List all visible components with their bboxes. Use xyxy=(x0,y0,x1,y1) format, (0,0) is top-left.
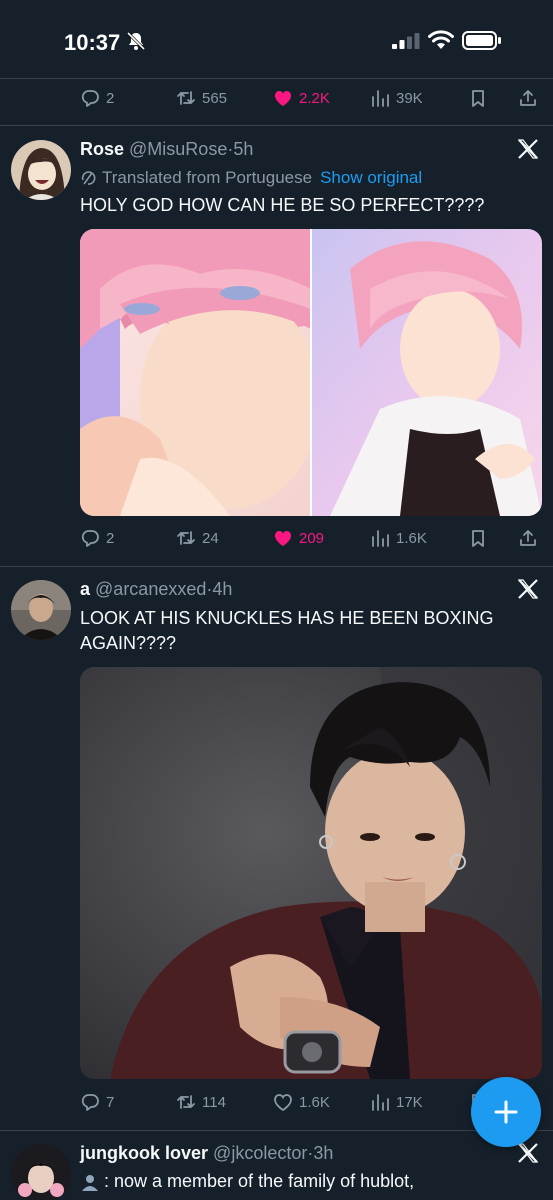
tweet-header: a @arcanexxed·4h xyxy=(80,579,232,600)
views-icon xyxy=(372,1094,389,1111)
reply-count: 2 xyxy=(106,89,115,107)
reply-icon xyxy=(81,90,99,107)
user-handle[interactable]: @arcanexxed xyxy=(95,579,206,599)
tweet-text-row: : now a member of the family of hublot, xyxy=(80,1169,530,1194)
bookmark-icon xyxy=(472,530,484,547)
show-original-link[interactable]: Show original xyxy=(320,168,422,188)
compose-plus-icon xyxy=(494,1100,518,1124)
retweet-count: 565 xyxy=(202,89,228,107)
retweet-button[interactable]: 114 xyxy=(176,1090,226,1114)
divider xyxy=(0,125,553,126)
timestamp: 4h xyxy=(212,579,233,599)
display-name[interactable]: Rose xyxy=(80,139,124,159)
divider xyxy=(0,1130,553,1131)
tweet-media[interactable] xyxy=(80,229,542,516)
like-button[interactable]: 2.2K xyxy=(273,86,330,110)
reply-icon xyxy=(81,1094,99,1111)
reply-button[interactable]: 2 xyxy=(80,86,114,110)
tweet-text: HOLY GOD HOW CAN HE BE SO PERFECT???? xyxy=(80,195,485,215)
translation-note: Translated from Portuguese Show original xyxy=(80,168,422,188)
views-count: 17K xyxy=(396,1093,423,1111)
like-count: 1.6K xyxy=(299,1093,330,1111)
heart-icon xyxy=(275,91,291,106)
views-count: 39K xyxy=(396,89,423,107)
retweet-icon xyxy=(177,1095,195,1109)
like-count: 2.2K xyxy=(299,89,330,107)
avatar[interactable] xyxy=(11,580,71,640)
heart-icon xyxy=(274,1094,292,1112)
anime-illustration xyxy=(80,229,542,516)
like-button[interactable]: 1.6K xyxy=(273,1090,330,1114)
retweet-icon xyxy=(177,531,195,545)
tweet-header: Rose @MisuRose·5h xyxy=(80,139,253,160)
reply-count: 2 xyxy=(106,529,115,547)
share-icon xyxy=(520,530,536,546)
timestamp: 3h xyxy=(313,1143,334,1163)
battery-icon xyxy=(462,31,501,50)
compose-button[interactable] xyxy=(471,1077,541,1147)
display-name[interactable]: a xyxy=(80,579,90,599)
user-handle[interactable]: @jkcolector xyxy=(213,1143,307,1163)
heart-icon xyxy=(275,531,291,546)
signal-icon xyxy=(392,33,420,49)
tweet-text: : now a member of the family of hublot, xyxy=(104,1171,415,1191)
views-icon xyxy=(372,530,389,547)
retweet-count: 114 xyxy=(202,1093,226,1111)
user-handle[interactable]: @MisuRose xyxy=(129,139,227,159)
bust-in-silhouette-icon xyxy=(82,1174,98,1191)
retweet-button[interactable]: 24 xyxy=(176,526,219,550)
bookmark-icon xyxy=(472,90,484,107)
views-button[interactable]: 1.6K xyxy=(370,526,427,550)
like-button[interactable]: 209 xyxy=(273,526,324,550)
like-count: 209 xyxy=(299,529,325,547)
share-button[interactable] xyxy=(518,86,538,110)
views-button[interactable]: 17K xyxy=(370,1090,423,1114)
translated-label: Translated from Portuguese xyxy=(102,168,313,187)
tweet-actions: 2 24 209 1.6K xyxy=(80,526,540,550)
share-button[interactable] xyxy=(518,526,538,550)
retweet-icon xyxy=(177,91,195,105)
wifi-icon xyxy=(428,30,454,49)
tweet-header: jungkook lover @jkcolector·3h xyxy=(80,1143,333,1164)
status-bar: 10:37 xyxy=(0,0,553,78)
status-time: 10:37 xyxy=(64,30,121,55)
views-button[interactable]: 39K xyxy=(370,86,423,110)
translate-icon xyxy=(81,171,96,185)
tweet-media[interactable] xyxy=(80,667,542,1079)
portrait-photo xyxy=(80,667,542,1079)
reply-count: 7 xyxy=(106,1093,115,1111)
retweet-button[interactable]: 565 xyxy=(176,86,227,110)
tweet-text: LOOK AT HIS KNUCKLES HAS HE BEEN BOXING … xyxy=(80,608,494,653)
views-count: 1.6K xyxy=(396,529,427,547)
bookmark-button[interactable] xyxy=(468,86,488,110)
views-icon xyxy=(372,90,389,107)
tweet-actions-previous: 2 565 2.2K 39K xyxy=(80,86,540,110)
x-logo-icon[interactable] xyxy=(517,138,539,160)
timestamp: 5h xyxy=(233,139,254,159)
avatar[interactable] xyxy=(11,140,71,200)
reply-button[interactable]: 2 xyxy=(80,526,114,550)
bell-slash-icon xyxy=(126,31,146,51)
share-icon xyxy=(520,90,536,106)
x-logo-icon[interactable] xyxy=(517,1142,539,1164)
x-logo-icon[interactable] xyxy=(517,578,539,600)
reply-icon xyxy=(81,530,99,547)
divider xyxy=(0,566,553,567)
reply-button[interactable]: 7 xyxy=(80,1090,114,1114)
retweet-count: 24 xyxy=(202,529,219,547)
avatar[interactable] xyxy=(11,1144,71,1200)
display-name[interactable]: jungkook lover xyxy=(80,1143,208,1163)
bookmark-button[interactable] xyxy=(468,526,488,550)
divider xyxy=(0,78,553,79)
